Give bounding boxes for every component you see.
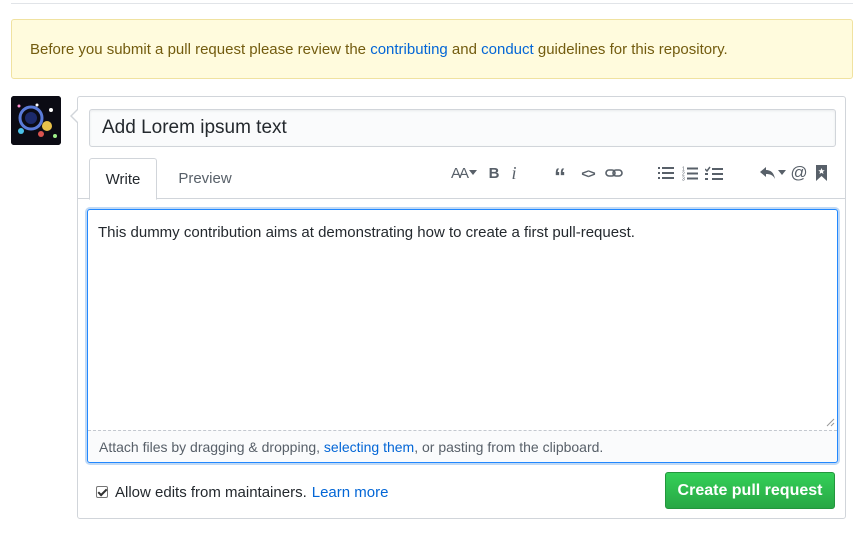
avatar[interactable]	[11, 96, 61, 145]
flash-text-suffix: guidelines for this repository.	[533, 40, 728, 58]
bookmark-button[interactable]	[813, 160, 829, 186]
resize-grip-icon[interactable]	[826, 418, 835, 427]
conduct-link[interactable]: conduct	[481, 41, 534, 58]
svg-text:3: 3	[682, 176, 685, 181]
code-button[interactable]: <>	[578, 160, 598, 186]
contribution-guidelines-flash: Before you submit a pull request please …	[11, 19, 853, 79]
caret-down-icon	[469, 170, 477, 175]
comment-body-text: This dummy contribution aims at demonstr…	[98, 224, 635, 241]
link-button[interactable]	[603, 160, 625, 186]
pr-title-input[interactable]	[89, 109, 836, 147]
header-text-button[interactable]: AA	[447, 160, 481, 186]
ordered-list-icon: 1 2 3	[682, 166, 698, 181]
attach-text-suffix: , or pasting from the clipboard.	[414, 438, 604, 455]
comment-editor: This dummy contribution aims at demonstr…	[87, 209, 838, 463]
bold-button[interactable]: B	[485, 160, 503, 186]
caret-down-icon	[778, 170, 786, 175]
attach-text-prefix: Attach files by dragging & dropping,	[99, 438, 324, 455]
header-text-label: AA	[450, 164, 469, 182]
tab-write[interactable]: Write	[89, 158, 157, 200]
allow-edits-row: Allow edits from maintainers. Learn more	[96, 481, 388, 503]
learn-more-link[interactable]: Learn more	[312, 484, 389, 501]
flash-text-middle: and	[447, 40, 482, 58]
reply-icon	[760, 167, 775, 179]
select-files-link[interactable]: selecting them	[324, 439, 414, 455]
avatar-image	[11, 96, 61, 145]
top-divider	[11, 0, 853, 4]
attach-files-bar[interactable]: Attach files by dragging & dropping, sel…	[88, 430, 837, 462]
task-list-button[interactable]	[704, 160, 724, 186]
allow-edits-label: Allow edits from maintainers.	[115, 483, 307, 501]
flash-text-prefix: Before you submit a pull request please …	[30, 40, 367, 58]
unordered-list-icon	[658, 167, 674, 179]
link-icon	[605, 169, 623, 177]
task-list-icon	[705, 166, 723, 180]
reply-button[interactable]	[759, 160, 787, 186]
ordered-list-button[interactable]: 1 2 3	[681, 160, 699, 186]
create-pull-request-button[interactable]: Create pull request	[665, 472, 835, 509]
bookmark-icon	[815, 165, 827, 181]
quote-button[interactable]: “	[550, 160, 570, 191]
pull-request-composer: Write Preview AA B i “ <> 1 2 3	[70, 96, 846, 519]
comment-body-textarea[interactable]: This dummy contribution aims at demonstr…	[88, 210, 837, 430]
italic-button[interactable]: i	[506, 160, 522, 186]
tab-preview[interactable]: Preview	[168, 158, 242, 199]
contributing-link[interactable]: contributing	[370, 41, 448, 58]
mention-button[interactable]: @	[789, 160, 809, 186]
allow-edits-checkbox[interactable]	[96, 486, 108, 498]
unordered-list-button[interactable]	[657, 160, 675, 186]
